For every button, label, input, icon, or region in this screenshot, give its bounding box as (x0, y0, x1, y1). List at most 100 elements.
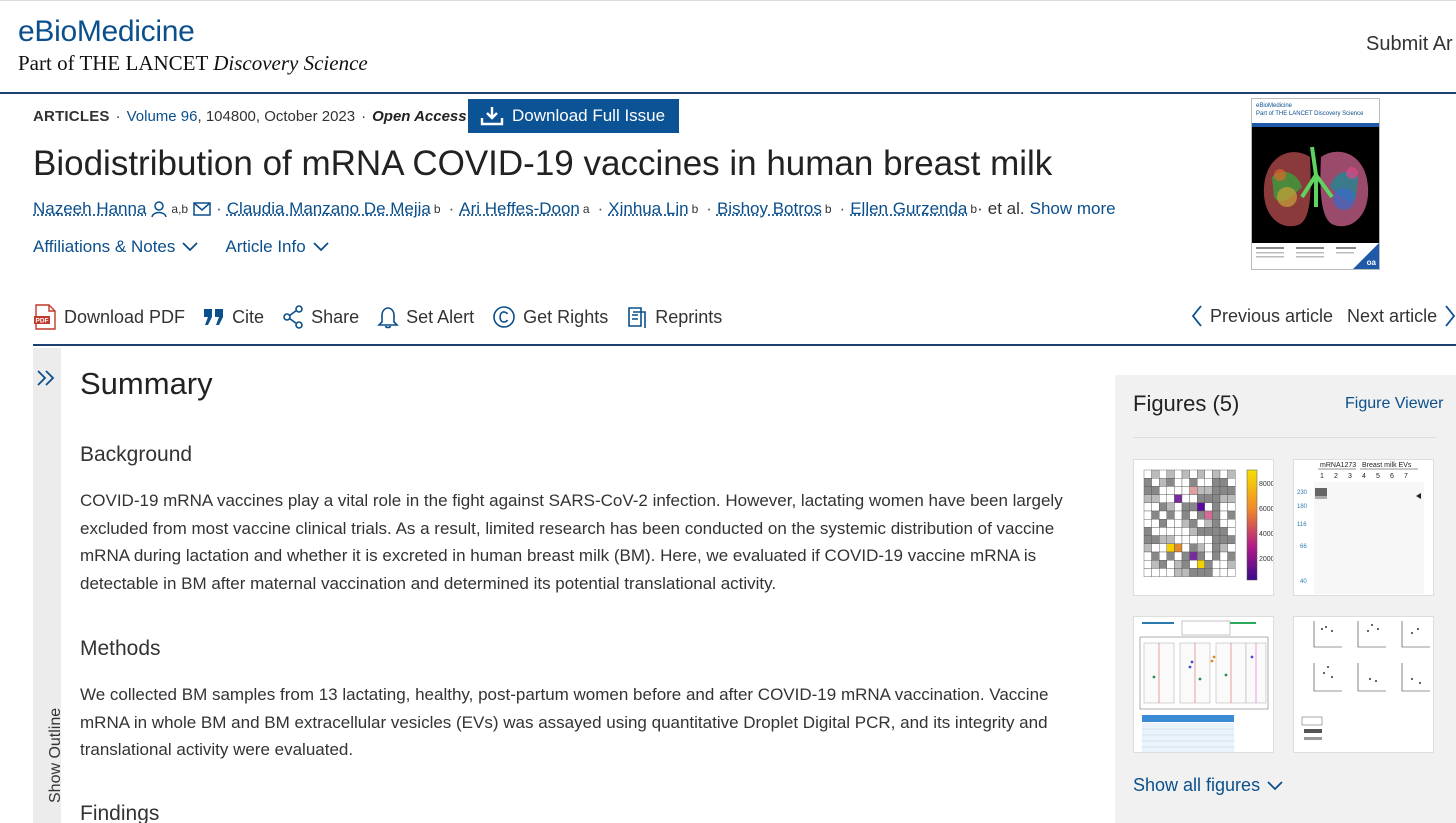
next-article-link[interactable]: Next article (1347, 304, 1456, 328)
heatmap-cell (1227, 502, 1236, 512)
heatmap-cell (1219, 510, 1228, 520)
citation-text: , 104800, October 2023 (197, 108, 356, 125)
summary-heading: Summary (80, 366, 213, 401)
heatmap-cell (1227, 510, 1236, 520)
author-link[interactable]: Bishoy Botros (717, 199, 822, 219)
double-chevron-right-icon[interactable] (35, 368, 57, 388)
heatmap-cell (1219, 551, 1228, 561)
gel-thumbnail: mRNA1273 Breast milk EVs 1 2 3 4 5 6 7 2… (1297, 462, 1424, 594)
heatmap-cell (1204, 527, 1213, 536)
heatmap-cell (1227, 543, 1236, 553)
heatmap-cell (1181, 486, 1190, 495)
heatmap-cell (1197, 543, 1206, 553)
heatmap-cell (1204, 543, 1213, 553)
heatmap-cell (1197, 527, 1206, 536)
heatmap-cell (1197, 551, 1206, 561)
show-all-figures-toggle[interactable]: Show all figures (1133, 775, 1284, 796)
lane-label: 4 (1362, 473, 1366, 480)
volume-label[interactable]: Volume 96 (127, 108, 198, 125)
chevron-right-icon (1445, 305, 1456, 327)
flow-plots-thumbnail (1139, 620, 1269, 752)
article-navigation: Previous article Next article (1190, 304, 1456, 328)
author-separator: · (839, 199, 846, 218)
heatmap-cell (1204, 478, 1213, 487)
reprints-label: Reprints (655, 306, 723, 327)
heatmap-cell (1166, 478, 1175, 487)
figure-viewer-link[interactable]: Figure Viewer (1345, 395, 1443, 413)
heatmap-cell (1143, 559, 1152, 569)
journal-cover-image[interactable]: eBioMedicine Part of THE LANCET Discover… (1251, 98, 1380, 270)
heatmap-cell (1151, 543, 1160, 553)
set-alert-button[interactable]: Set Alert (377, 305, 474, 329)
heatmap-cell (1143, 568, 1152, 577)
author-separator: · (216, 199, 222, 218)
heatmap-cell (1189, 510, 1198, 520)
colorbar-tick: 6000 (1259, 506, 1274, 513)
author-link[interactable]: Ari Heffes-Doon (459, 199, 580, 219)
figure-thumbnail[interactable]: mRNA1273 Breast milk EVs 1 2 3 4 5 6 7 2… (1293, 459, 1434, 596)
article-meta: ARTICLES · Volume 96, 104800, October 20… (33, 108, 467, 125)
heatmap-cell (1212, 527, 1221, 536)
heatmap-cell (1181, 494, 1190, 503)
figure-thumbnail[interactable] (1133, 616, 1274, 753)
heatmap-cell (1151, 510, 1160, 520)
outline-sidebar[interactable]: Show Outline (33, 348, 64, 823)
show-outline-label[interactable]: Show Outline (47, 708, 65, 803)
cover-journal-name: eBioMedicine (1256, 103, 1293, 109)
heatmap-cell (1197, 502, 1206, 512)
findings-heading: Findings (80, 802, 160, 823)
article-toolbar: PDF Download PDF Cite Share Set Alert Ge… (33, 304, 1456, 346)
show-all-figures-label: Show all figures (1133, 775, 1261, 795)
previous-article-link[interactable]: Previous article (1190, 304, 1333, 328)
author-link[interactable]: Claudia Manzano De Mejia (227, 199, 431, 219)
author-link[interactable]: Nazeeh Hanna (33, 199, 146, 219)
affiliations-notes-toggle[interactable]: Affiliations & Notes (33, 237, 199, 257)
site-header: eBioMedicine Part of THE LANCET Discover… (0, 0, 1456, 94)
heatmap-cell (1143, 486, 1152, 495)
heatmap-cell (1151, 469, 1160, 479)
figures-title: Figures (5) (1133, 391, 1240, 416)
methods-heading: Methods (80, 637, 161, 660)
volume-link[interactable]: Volume 96, 104800, October 2023 (127, 108, 356, 125)
heatmap-cell (1212, 502, 1221, 512)
heatmap-cell (1197, 478, 1206, 487)
submit-article-link[interactable]: Submit Ar (1366, 33, 1453, 56)
heatmap-cell (1227, 559, 1236, 569)
heatmap-cell (1159, 486, 1168, 495)
heatmap-cell (1159, 551, 1168, 561)
heatmap-cell (1219, 535, 1228, 544)
show-more-authors-link[interactable]: Show more (1030, 199, 1116, 219)
heatmap-cell (1204, 568, 1213, 577)
brand-logo-name[interactable]: eBioMedicine (18, 15, 195, 49)
heatmap-cell (1189, 527, 1198, 536)
article-info-label: Article Info (225, 237, 306, 256)
email-icon[interactable] (193, 202, 211, 216)
figure-thumbnail[interactable]: 8000 6000 4000 2000 (1133, 459, 1274, 596)
author-link[interactable]: Xinhua Lin (608, 199, 688, 219)
scatter-panels-thumbnail (1301, 621, 1430, 740)
heatmap-thumbnail: 8000 6000 4000 2000 (1143, 469, 1274, 581)
heatmap-cell (1166, 551, 1175, 561)
share-button[interactable]: Share (282, 305, 359, 329)
heatmap-cell (1219, 519, 1228, 528)
heatmap-cell (1151, 568, 1160, 577)
heatmap-cell (1189, 519, 1198, 528)
heatmap-cell (1204, 494, 1213, 503)
quote-icon (204, 309, 224, 325)
heatmap-cell (1174, 519, 1183, 528)
heatmap-cell (1143, 469, 1152, 479)
cite-button[interactable]: Cite (203, 307, 264, 328)
article-info-toggle[interactable]: Article Info (225, 237, 329, 257)
reprints-button[interactable]: Reprints (626, 305, 722, 329)
heatmap-cell (1159, 478, 1168, 487)
author-link[interactable]: Ellen Gurzenda (850, 199, 967, 219)
download-pdf-button[interactable]: PDF Download PDF (33, 304, 185, 330)
heatmap-cell (1143, 527, 1152, 536)
author-separator: · (977, 199, 983, 218)
download-full-issue-button[interactable]: Download Full Issue (468, 99, 679, 133)
heatmap-cell (1197, 519, 1206, 528)
article-title: Biodistribution of mRNA COVID-19 vaccine… (33, 144, 1053, 183)
set-alert-label: Set Alert (406, 306, 475, 327)
figure-thumbnail[interactable] (1293, 616, 1434, 753)
get-rights-button[interactable]: Get Rights (492, 305, 608, 329)
